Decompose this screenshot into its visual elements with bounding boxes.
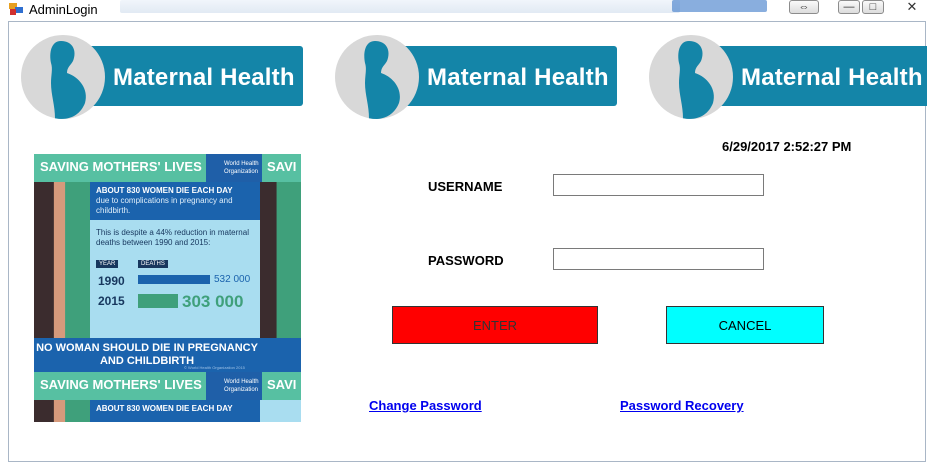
app-icon	[9, 3, 23, 15]
maternal-health-banner-1: Maternal Health	[21, 35, 307, 119]
datetime-label: 6/29/2017 2:52:27 PM	[722, 139, 852, 154]
poster-body-repeat: ABOUT 830 WOMEN DIE EACH DAY	[34, 400, 301, 422]
year-1990: 1990	[98, 274, 125, 288]
poster-header-partial: SAVI	[267, 159, 297, 174]
poster-despite-text: This is despite a 44% reduction in mater…	[96, 228, 249, 247]
deaths-table: YEAR DEATHS 1990 532 000 2015 303 000	[96, 260, 256, 320]
change-password-link[interactable]: Change Password	[369, 398, 482, 413]
poster-header-partial: SAVI	[267, 377, 297, 392]
infographic-image: SAVING MOTHERS' LIVES World Health Organ…	[34, 154, 301, 422]
poster-header-text: SAVING MOTHERS' LIVES	[40, 159, 202, 174]
deaths-value-2015: 303 000	[182, 292, 244, 311]
year-2015: 2015	[98, 294, 125, 308]
background-taskbar-ghost	[120, 0, 680, 13]
deaths-header: DEATHS	[138, 260, 168, 268]
maternal-health-banner-3: Maternal Health	[649, 35, 927, 119]
who-logo: World Health Organization	[206, 372, 262, 400]
poster-body: ABOUT 830 WOMEN DIE EACH DAY due to comp…	[34, 182, 301, 338]
background-ghost-button	[672, 0, 767, 12]
deaths-value-1990: 532 000	[214, 274, 251, 285]
year-header: YEAR	[96, 260, 119, 268]
cancel-button[interactable]: CANCEL	[666, 306, 824, 344]
deaths-bar-1990	[138, 275, 210, 284]
poster-headline-box: ABOUT 830 WOMEN DIE EACH DAY	[90, 400, 260, 422]
deaths-bar-2015	[138, 294, 178, 308]
maximize-button[interactable]: □	[862, 0, 884, 14]
pregnant-woman-illustration	[260, 182, 301, 338]
pregnant-woman-icon	[335, 35, 419, 119]
poster-credit: © World Health Organization 2015	[184, 365, 245, 370]
maternal-health-banner-2: Maternal Health	[335, 35, 621, 119]
password-input[interactable]	[553, 248, 764, 270]
resize-button[interactable]: ⇔	[789, 0, 819, 14]
poster-headline: ABOUT 830 WOMEN DIE EACH DAY	[96, 404, 233, 413]
title-bar: AdminLogin ⇔ — □ ✕	[0, 0, 927, 20]
banner-title: Maternal Health	[741, 64, 923, 91]
username-label: USERNAME	[428, 179, 503, 194]
password-label: PASSWORD	[428, 253, 504, 268]
pregnant-woman-icon	[21, 35, 105, 119]
password-recovery-link[interactable]: Password Recovery	[620, 398, 744, 413]
poster-header-repeat: SAVING MOTHERS' LIVES World Health Organ…	[34, 372, 301, 400]
poster-header-text: SAVING MOTHERS' LIVES	[40, 377, 202, 392]
username-input[interactable]	[553, 174, 764, 196]
minimize-button[interactable]: —	[838, 0, 860, 14]
pregnant-woman-icon	[649, 35, 733, 119]
pregnant-woman-illustration	[34, 400, 90, 422]
banner-title: Maternal Health	[427, 64, 609, 91]
pregnant-woman-illustration	[34, 182, 90, 338]
close-button[interactable]: ✕	[901, 0, 923, 14]
enter-button[interactable]: ENTER	[392, 306, 598, 344]
poster-headline-box: ABOUT 830 WOMEN DIE EACH DAY due to comp…	[90, 182, 260, 220]
poster-headline: ABOUT 830 WOMEN DIE EACH DAY	[96, 186, 233, 195]
poster-header: SAVING MOTHERS' LIVES World Health Organ…	[34, 154, 301, 182]
who-logo: World Health Organization	[206, 154, 262, 182]
poster-footer: NO WOMAN SHOULD DIE IN PREGNANCY AND CHI…	[34, 338, 301, 372]
window-title: AdminLogin	[29, 2, 98, 17]
banner-title: Maternal Health	[113, 64, 295, 91]
poster-subline: due to complications in pregnancy and ch…	[96, 196, 233, 215]
